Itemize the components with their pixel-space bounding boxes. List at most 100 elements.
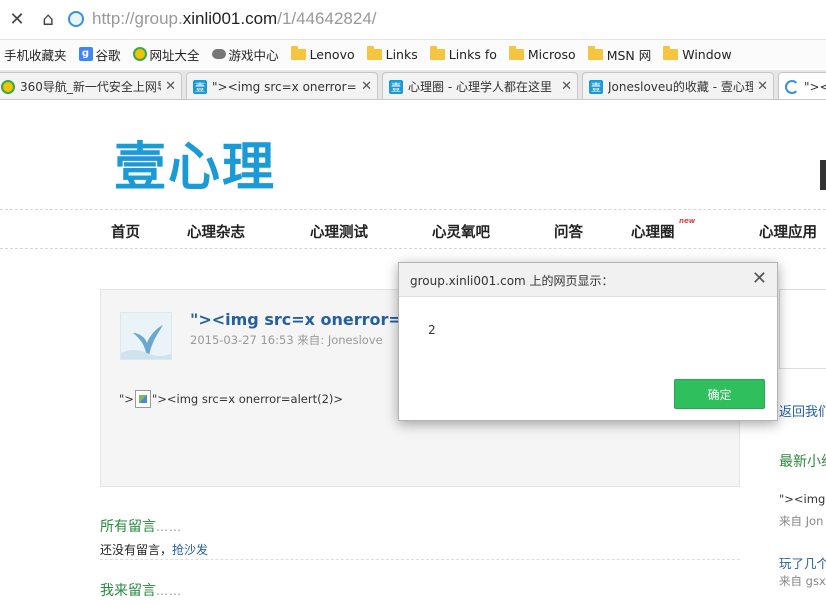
dots: …… bbox=[156, 520, 182, 534]
bookmark-lenovo[interactable]: Lenovo bbox=[290, 45, 355, 62]
nav-apps[interactable]: 心理应用 bbox=[759, 221, 817, 242]
tab-favorites[interactable]: 壹 Jonesloveu的收藏 - 壹心理 ✕ bbox=[582, 72, 774, 99]
new-badge: new bbox=[679, 217, 696, 225]
bookmark-google[interactable]: g 谷歌 bbox=[78, 45, 121, 64]
post-author[interactable]: Joneslove bbox=[328, 333, 383, 347]
bookmark-label: Microso bbox=[527, 46, 576, 62]
bookmark-label: Lenovo bbox=[309, 46, 355, 62]
tab-active-loading[interactable]: ">< bbox=[778, 72, 826, 99]
stop-icon[interactable]: ✕ bbox=[6, 8, 28, 30]
nav-circle[interactable]: 心理圈 new bbox=[631, 217, 695, 242]
tab-label: ">< bbox=[804, 79, 826, 94]
url-input[interactable]: http://group.xinli001.com/1/44642824/ bbox=[92, 9, 377, 29]
broken-image-icon bbox=[134, 390, 151, 408]
tab-label: 心理圈 - 心理学人都在这里 bbox=[408, 80, 552, 94]
tab-xinli-circle[interactable]: 壹 心理圈 - 心理学人都在这里 ✕ bbox=[382, 72, 578, 99]
leave-comment-title: 我来留言…… bbox=[100, 580, 182, 600]
post-body-text: "><img src=x onerror=alert(2)> bbox=[151, 392, 344, 406]
nav-oxygen[interactable]: 心灵氧吧 bbox=[432, 221, 490, 242]
dialog-message: 2 bbox=[428, 323, 436, 337]
bookmark-games[interactable]: 游戏中心 bbox=[211, 45, 279, 64]
tab-label: 360导航_新一代安全上网导 bbox=[20, 80, 161, 94]
bookmark-msn[interactable]: MSN 网 bbox=[587, 45, 652, 64]
post-body-prefix: "> bbox=[119, 392, 134, 406]
bookmark-label: Window bbox=[682, 46, 732, 62]
nav-circle-label: 心理圈 bbox=[631, 225, 675, 241]
loading-icon bbox=[785, 79, 799, 94]
header-edge bbox=[820, 160, 826, 190]
sidebar-latest-title: 最新小组 bbox=[779, 454, 826, 470]
bookmark-label: MSN 网 bbox=[606, 47, 652, 63]
bookmarks-bar: 手机收藏夹 g 谷歌 网址大全 游戏中心 Lenovo Links Links … bbox=[0, 40, 826, 68]
nav-home[interactable]: 首页 bbox=[111, 221, 140, 242]
gamepad-icon bbox=[211, 49, 226, 59]
dialog-header: group.xinli001.com 上的网页显示： ✕ bbox=[399, 263, 777, 297]
xinli-icon: 壹 bbox=[589, 79, 603, 94]
address-bar: ✕ ⌂ http://group.xinli001.com/1/44642824… bbox=[0, 0, 826, 40]
close-icon[interactable]: ✕ bbox=[165, 79, 176, 94]
sidebar-item-2-meta: 来自 gsx bbox=[779, 574, 826, 588]
post-body: "> "><img src=x onerror=alert(2)> bbox=[119, 390, 343, 408]
post-date: 2015-03-27 16:53 bbox=[190, 333, 294, 347]
bookmark-label: 网址大全 bbox=[149, 47, 200, 63]
nav-qa[interactable]: 问答 bbox=[554, 221, 583, 242]
home-icon[interactable]: ⌂ bbox=[37, 8, 59, 30]
divider bbox=[100, 559, 740, 560]
folder-icon bbox=[587, 45, 603, 60]
ok-button[interactable]: 确定 bbox=[674, 379, 765, 409]
sidebar-item-2[interactable]: 玩了几个 bbox=[779, 553, 826, 572]
close-icon[interactable]: ✕ bbox=[561, 79, 572, 94]
sidebar-item-1[interactable]: "><img s bbox=[779, 492, 826, 506]
post-meta: 2015-03-27 16:53 来自: Joneslove bbox=[190, 332, 383, 348]
author-avatar[interactable] bbox=[120, 312, 172, 360]
page-security-icon bbox=[68, 11, 84, 27]
sofa-link[interactable]: 抢沙发 bbox=[172, 543, 208, 557]
folder-icon bbox=[429, 45, 445, 60]
bookmark-window[interactable]: Window bbox=[663, 45, 732, 62]
post-title[interactable]: "><img src=x onerror=ale bbox=[190, 310, 429, 329]
bookmark-mobile[interactable]: 手机收藏夹 bbox=[4, 45, 67, 64]
tab-360-nav[interactable]: 360导航_新一代安全上网导 ✕ bbox=[0, 72, 182, 99]
bookmark-label: 手机收藏夹 bbox=[4, 47, 67, 63]
google-icon: g bbox=[78, 47, 93, 61]
whale-tail-icon bbox=[121, 313, 171, 359]
close-icon[interactable]: ✕ bbox=[361, 79, 372, 94]
xinli-icon: 壹 bbox=[193, 79, 207, 94]
nav-magazine[interactable]: 心理杂志 bbox=[187, 221, 245, 242]
bookmark-label: Links bbox=[385, 46, 418, 62]
nav-tests[interactable]: 心理测试 bbox=[310, 221, 368, 242]
xinli-icon: 壹 bbox=[389, 79, 403, 94]
bookmark-label: Links fo bbox=[448, 46, 497, 62]
alert-dialog: group.xinli001.com 上的网页显示： ✕ 2 确定 bbox=[398, 262, 778, 421]
site-logo[interactable]: 壹心理 bbox=[114, 125, 276, 200]
site-nav: 首页 心理杂志 心理测试 心灵氧吧 问答 心理圈 new 心理应用 bbox=[0, 209, 826, 249]
sidebar-back-link[interactable]: 返回我们 bbox=[779, 401, 826, 420]
folder-icon bbox=[663, 45, 679, 60]
tab-xss-post[interactable]: 壹 "><img src=x onerror= ✕ bbox=[186, 72, 378, 99]
bookmark-links[interactable]: Links bbox=[366, 45, 418, 62]
bookmark-label: 游戏中心 bbox=[228, 47, 279, 63]
leave-comment-label: 我来留言 bbox=[100, 583, 156, 599]
tab-label: "><img src=x onerror= bbox=[212, 79, 357, 94]
folder-icon bbox=[508, 45, 524, 60]
folder-icon bbox=[366, 45, 382, 60]
360-icon bbox=[1, 79, 15, 94]
sidebar-item-1-meta: 来自 Jon bbox=[779, 514, 824, 528]
bookmark-360[interactable]: 网址大全 bbox=[132, 45, 200, 64]
close-icon[interactable]: ✕ bbox=[752, 269, 767, 289]
post-from-label: 来自: bbox=[297, 333, 325, 347]
all-comments-title: 所有留言…… bbox=[100, 516, 182, 536]
dots: …… bbox=[156, 584, 182, 598]
no-comment-label: 还没有留言， bbox=[100, 543, 173, 557]
no-comment-text: 还没有留言，抢沙发 bbox=[100, 541, 208, 558]
bookmark-links-fo[interactable]: Links fo bbox=[429, 45, 497, 62]
bookmark-label: 谷歌 bbox=[95, 47, 121, 63]
dialog-title: group.xinli001.com 上的网页显示： bbox=[410, 274, 614, 288]
sidebar-box bbox=[779, 289, 826, 369]
close-icon[interactable]: ✕ bbox=[757, 79, 768, 94]
all-comments-label: 所有留言 bbox=[100, 519, 156, 535]
tab-label: Jonesloveu的收藏 - 壹心理 bbox=[608, 80, 753, 94]
bookmark-microso[interactable]: Microso bbox=[508, 45, 576, 62]
folder-icon bbox=[290, 45, 306, 60]
360-icon bbox=[132, 47, 147, 61]
